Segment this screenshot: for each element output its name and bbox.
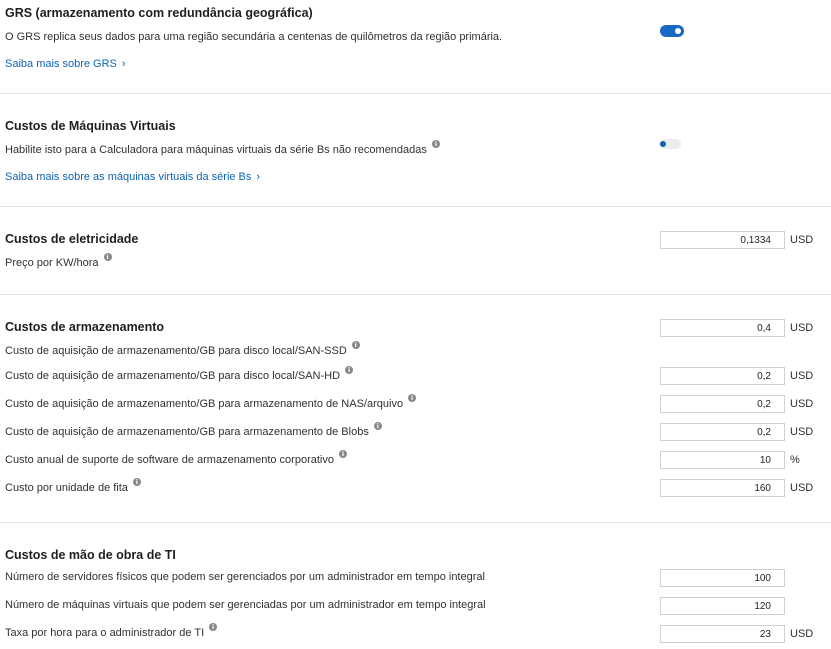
electricity-unit: USD	[790, 234, 814, 246]
vm-description-row: Habilite isto para a Calculadora para má…	[5, 140, 440, 156]
info-icon[interactable]: i	[338, 450, 347, 458]
vm-description: Habilite isto para a Calculadora para má…	[5, 144, 427, 156]
chevron-right-icon: ›	[121, 58, 126, 70]
storage-unit: USD	[790, 370, 814, 382]
grs-title: GRS (armazenamento com redundância geogr…	[5, 6, 313, 20]
toggle-knob	[675, 28, 681, 34]
electricity-price-input[interactable]	[660, 231, 785, 249]
electricity-price-label: Preço por KW/hora	[5, 257, 99, 269]
labor-row-label: Número de máquinas virtuais que podem se…	[5, 599, 486, 611]
toggle-knob	[660, 141, 666, 147]
info-icon[interactable]: i	[345, 366, 354, 374]
divider	[0, 294, 831, 295]
vm-link-label[interactable]: Saiba mais sobre as máquinas virtuais da…	[5, 171, 251, 183]
vm-toggle[interactable]	[659, 139, 681, 149]
storage-unit: USD	[790, 322, 814, 334]
storage-row-label: Custo de aquisição de armazenamento/GB p…	[5, 341, 360, 357]
grs-description: O GRS replica seus dados para uma região…	[5, 31, 503, 43]
labor-row-label: Número de servidores físicos que podem s…	[5, 571, 485, 583]
labor-row-label: Taxa por hora para o administrador de TI…	[5, 623, 218, 639]
storage-row-label: Custo de aquisição de armazenamento/GB p…	[5, 366, 354, 382]
storage-unit: USD	[790, 426, 814, 438]
grs-toggle[interactable]	[660, 25, 684, 37]
info-icon[interactable]: i	[373, 422, 382, 430]
storage-unit: USD	[790, 482, 814, 494]
storage-unit: USD	[790, 398, 814, 410]
vm-title: Custos de Máquinas Virtuais	[5, 119, 176, 133]
info-icon[interactable]: i	[431, 140, 440, 148]
info-icon[interactable]: i	[103, 253, 112, 261]
divider	[0, 522, 831, 523]
divider	[0, 93, 831, 94]
storage-unit: %	[790, 454, 800, 466]
storage-row-label: Custo de aquisição de armazenamento/GB p…	[5, 394, 417, 410]
storage-row-label: Custo anual de suporte de software de ar…	[5, 450, 347, 466]
grs-link-label[interactable]: Saiba mais sobre GRS	[5, 58, 117, 70]
storage-row-label: Custo por unidade de fita i	[5, 478, 141, 494]
info-icon[interactable]: i	[408, 394, 417, 402]
storage-title: Custos de armazenamento	[5, 320, 165, 334]
storage-ssd-input[interactable]	[660, 319, 785, 337]
divider	[0, 206, 831, 207]
labor-hourly-rate-input[interactable]	[660, 625, 785, 643]
storage-nas-input[interactable]	[660, 395, 785, 413]
storage-tape-input[interactable]	[660, 479, 785, 497]
storage-hd-input[interactable]	[660, 367, 785, 385]
info-icon[interactable]: i	[351, 341, 360, 349]
chevron-right-icon: ›	[256, 171, 261, 183]
storage-support-input[interactable]	[660, 451, 785, 469]
grs-learn-more-link[interactable]: Saiba mais sobre GRS ›	[5, 54, 126, 72]
vm-learn-more-link[interactable]: Saiba mais sobre as máquinas virtuais da…	[5, 167, 260, 185]
labor-unit: USD	[790, 628, 814, 640]
labor-title: Custos de mão de obra de TI	[5, 548, 176, 562]
info-icon[interactable]: i	[209, 623, 218, 631]
storage-row-label: Custo de aquisição de armazenamento/GB p…	[5, 422, 382, 438]
electricity-price-row: Preço por KW/hora i	[5, 253, 112, 269]
storage-blob-input[interactable]	[660, 423, 785, 441]
labor-physical-servers-input[interactable]	[660, 569, 785, 587]
electricity-title: Custos de eletricidade	[5, 232, 139, 246]
labor-vms-input[interactable]	[660, 597, 785, 615]
info-icon[interactable]: i	[132, 478, 141, 486]
